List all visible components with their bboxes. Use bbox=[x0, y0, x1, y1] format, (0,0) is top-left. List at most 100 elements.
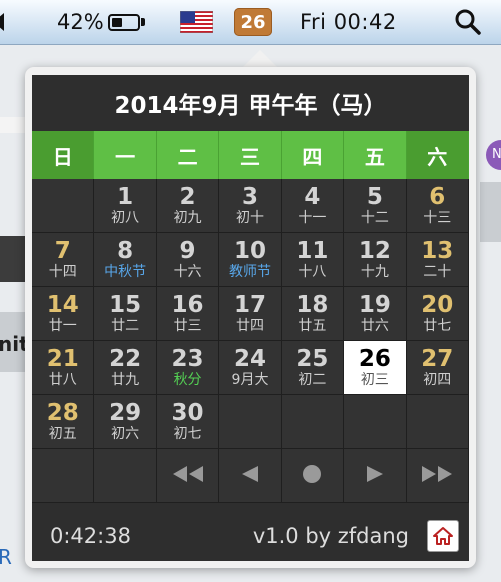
today-dot-icon bbox=[302, 464, 322, 488]
day-number: 28 bbox=[46, 399, 79, 426]
next-month-button[interactable] bbox=[344, 449, 407, 503]
day-cell[interactable]: 3 初十 bbox=[219, 179, 282, 233]
empty-day-cell bbox=[32, 179, 95, 233]
lunar-label: 廿八 bbox=[48, 371, 77, 388]
day-number: 18 bbox=[296, 291, 329, 318]
popover-arrow bbox=[242, 50, 278, 68]
day-cell[interactable]: 8 中秋节 bbox=[94, 233, 157, 287]
lunar-label: 十八 bbox=[298, 263, 327, 280]
day-cell[interactable]: 21 廿八 bbox=[32, 341, 95, 395]
day-cell[interactable]: 27 初四 bbox=[406, 341, 469, 395]
day-cell[interactable]: 25 初二 bbox=[281, 341, 345, 395]
lunar-label: 初七 bbox=[173, 425, 202, 442]
day-cell[interactable]: 24 9月大 bbox=[219, 341, 282, 395]
day-cell[interactable]: 23 秋分 bbox=[156, 341, 220, 395]
empty-day-cell bbox=[406, 395, 469, 449]
empty-day-cell bbox=[219, 395, 282, 449]
weekday-label: 二 bbox=[156, 131, 220, 179]
lunar-label: 初二 bbox=[298, 371, 327, 388]
weekday-label: 四 bbox=[281, 131, 345, 179]
day-cell[interactable]: 29 初六 bbox=[94, 395, 157, 449]
day-cell[interactable]: 20 廿七 bbox=[406, 287, 469, 341]
calendar-date-badge[interactable]: 26 bbox=[234, 0, 272, 44]
day-number: 13 bbox=[421, 237, 454, 264]
day-cell[interactable]: 2 初九 bbox=[156, 179, 220, 233]
day-cell[interactable]: 15 廿二 bbox=[94, 287, 157, 341]
background-badge: N bbox=[486, 140, 501, 170]
day-number: 11 bbox=[296, 237, 329, 264]
battery-percent[interactable]: 42% bbox=[57, 0, 104, 44]
lunar-label: 初四 bbox=[423, 371, 452, 388]
day-cell[interactable]: 12 十九 bbox=[344, 233, 407, 287]
lunar-label: 廿六 bbox=[360, 317, 389, 334]
battery-icon[interactable] bbox=[108, 0, 145, 44]
lunar-label: 廿一 bbox=[48, 317, 77, 334]
day-cell[interactable]: 28 初五 bbox=[32, 395, 95, 449]
lunar-label: 廿四 bbox=[235, 317, 264, 334]
day-cell[interactable]: 9 十六 bbox=[156, 233, 220, 287]
day-cell[interactable]: 7 十四 bbox=[32, 233, 95, 287]
lunar-label: 初九 bbox=[173, 209, 202, 226]
lunar-label: 廿九 bbox=[111, 371, 140, 388]
empty-nav-cell bbox=[32, 449, 95, 503]
day-number: 5 bbox=[366, 183, 383, 210]
day-number: 25 bbox=[296, 345, 329, 372]
day-cell[interactable]: 10 教师节 bbox=[219, 233, 282, 287]
prev-year-icon bbox=[171, 465, 205, 487]
current-time: 0:42:38 bbox=[50, 524, 131, 548]
prev-month-icon bbox=[240, 465, 260, 487]
day-number: 10 bbox=[233, 237, 266, 264]
weekday-label: 三 bbox=[219, 131, 282, 179]
day-cell[interactable]: 5 十二 bbox=[344, 179, 407, 233]
background-window bbox=[480, 182, 501, 242]
day-number: 30 bbox=[171, 399, 204, 426]
version-byline: v1.0 by zfdang bbox=[252, 524, 409, 548]
lunar-label: 初三 bbox=[360, 371, 389, 388]
day-number: 7 bbox=[54, 237, 71, 264]
day-cell[interactable]: 17 廿四 bbox=[219, 287, 282, 341]
prev-year-button[interactable] bbox=[156, 449, 220, 503]
lunar-label: 廿五 bbox=[298, 317, 327, 334]
day-cell[interactable]: 30 初七 bbox=[156, 395, 220, 449]
day-number: 15 bbox=[109, 291, 142, 318]
day-number: 9 bbox=[179, 237, 196, 264]
day-cell[interactable]: 19 廿六 bbox=[344, 287, 407, 341]
day-number: 14 bbox=[46, 291, 79, 318]
empty-nav-cell bbox=[94, 449, 157, 503]
day-cell[interactable]: 14 廿一 bbox=[32, 287, 95, 341]
day-cell[interactable]: 11 十八 bbox=[281, 233, 345, 287]
home-button[interactable] bbox=[427, 520, 459, 552]
day-number: 19 bbox=[358, 291, 391, 318]
lunar-label: 教师节 bbox=[228, 263, 271, 280]
lunar-label: 二十 bbox=[423, 263, 452, 280]
day-cell[interactable]: 1 初八 bbox=[94, 179, 157, 233]
lunar-label: 廿二 bbox=[111, 317, 140, 334]
day-number: 4 bbox=[304, 183, 321, 210]
weekday-label: 一 bbox=[94, 131, 157, 179]
day-number: 2 bbox=[179, 183, 196, 210]
prev-month-button[interactable] bbox=[219, 449, 282, 503]
lunar-label: 9月大 bbox=[231, 371, 269, 388]
calendar-panel: 2014年9月 甲午年（马） 日 一 二 三 四 五 六 1 初八 2 初九 3 初十 4 十… bbox=[32, 75, 469, 561]
day-cell[interactable]: 16 廿三 bbox=[156, 287, 220, 341]
day-cell[interactable]: 22 廿九 bbox=[94, 341, 157, 395]
day-cell[interactable]: 6 十三 bbox=[406, 179, 469, 233]
day-number: 22 bbox=[109, 345, 142, 372]
us-flag-icon[interactable] bbox=[180, 0, 213, 44]
spotlight-search-icon[interactable] bbox=[455, 0, 481, 44]
weekday-label: 六 bbox=[406, 131, 469, 179]
lunar-label: 秋分 bbox=[173, 371, 202, 388]
day-cell[interactable]: 4 十一 bbox=[281, 179, 345, 233]
menubar-clock[interactable]: Fri 00:42 bbox=[300, 0, 397, 44]
date-badge-text: 26 bbox=[234, 8, 272, 36]
calendar-footer: 0:42:38 v1.0 by zfdang bbox=[32, 511, 469, 561]
weekday-label: 日 bbox=[32, 131, 95, 179]
next-year-button[interactable] bbox=[406, 449, 469, 503]
day-cell[interactable]: 18 廿五 bbox=[281, 287, 345, 341]
day-cell[interactable]: 26 初三 bbox=[344, 341, 407, 395]
day-cell[interactable]: 13 二十 bbox=[406, 233, 469, 287]
day-number: 29 bbox=[109, 399, 142, 426]
weekday-header: 日 一 二 三 四 五 六 bbox=[32, 131, 469, 179]
volume-icon[interactable] bbox=[0, 0, 14, 44]
today-dot-button[interactable] bbox=[281, 449, 345, 503]
